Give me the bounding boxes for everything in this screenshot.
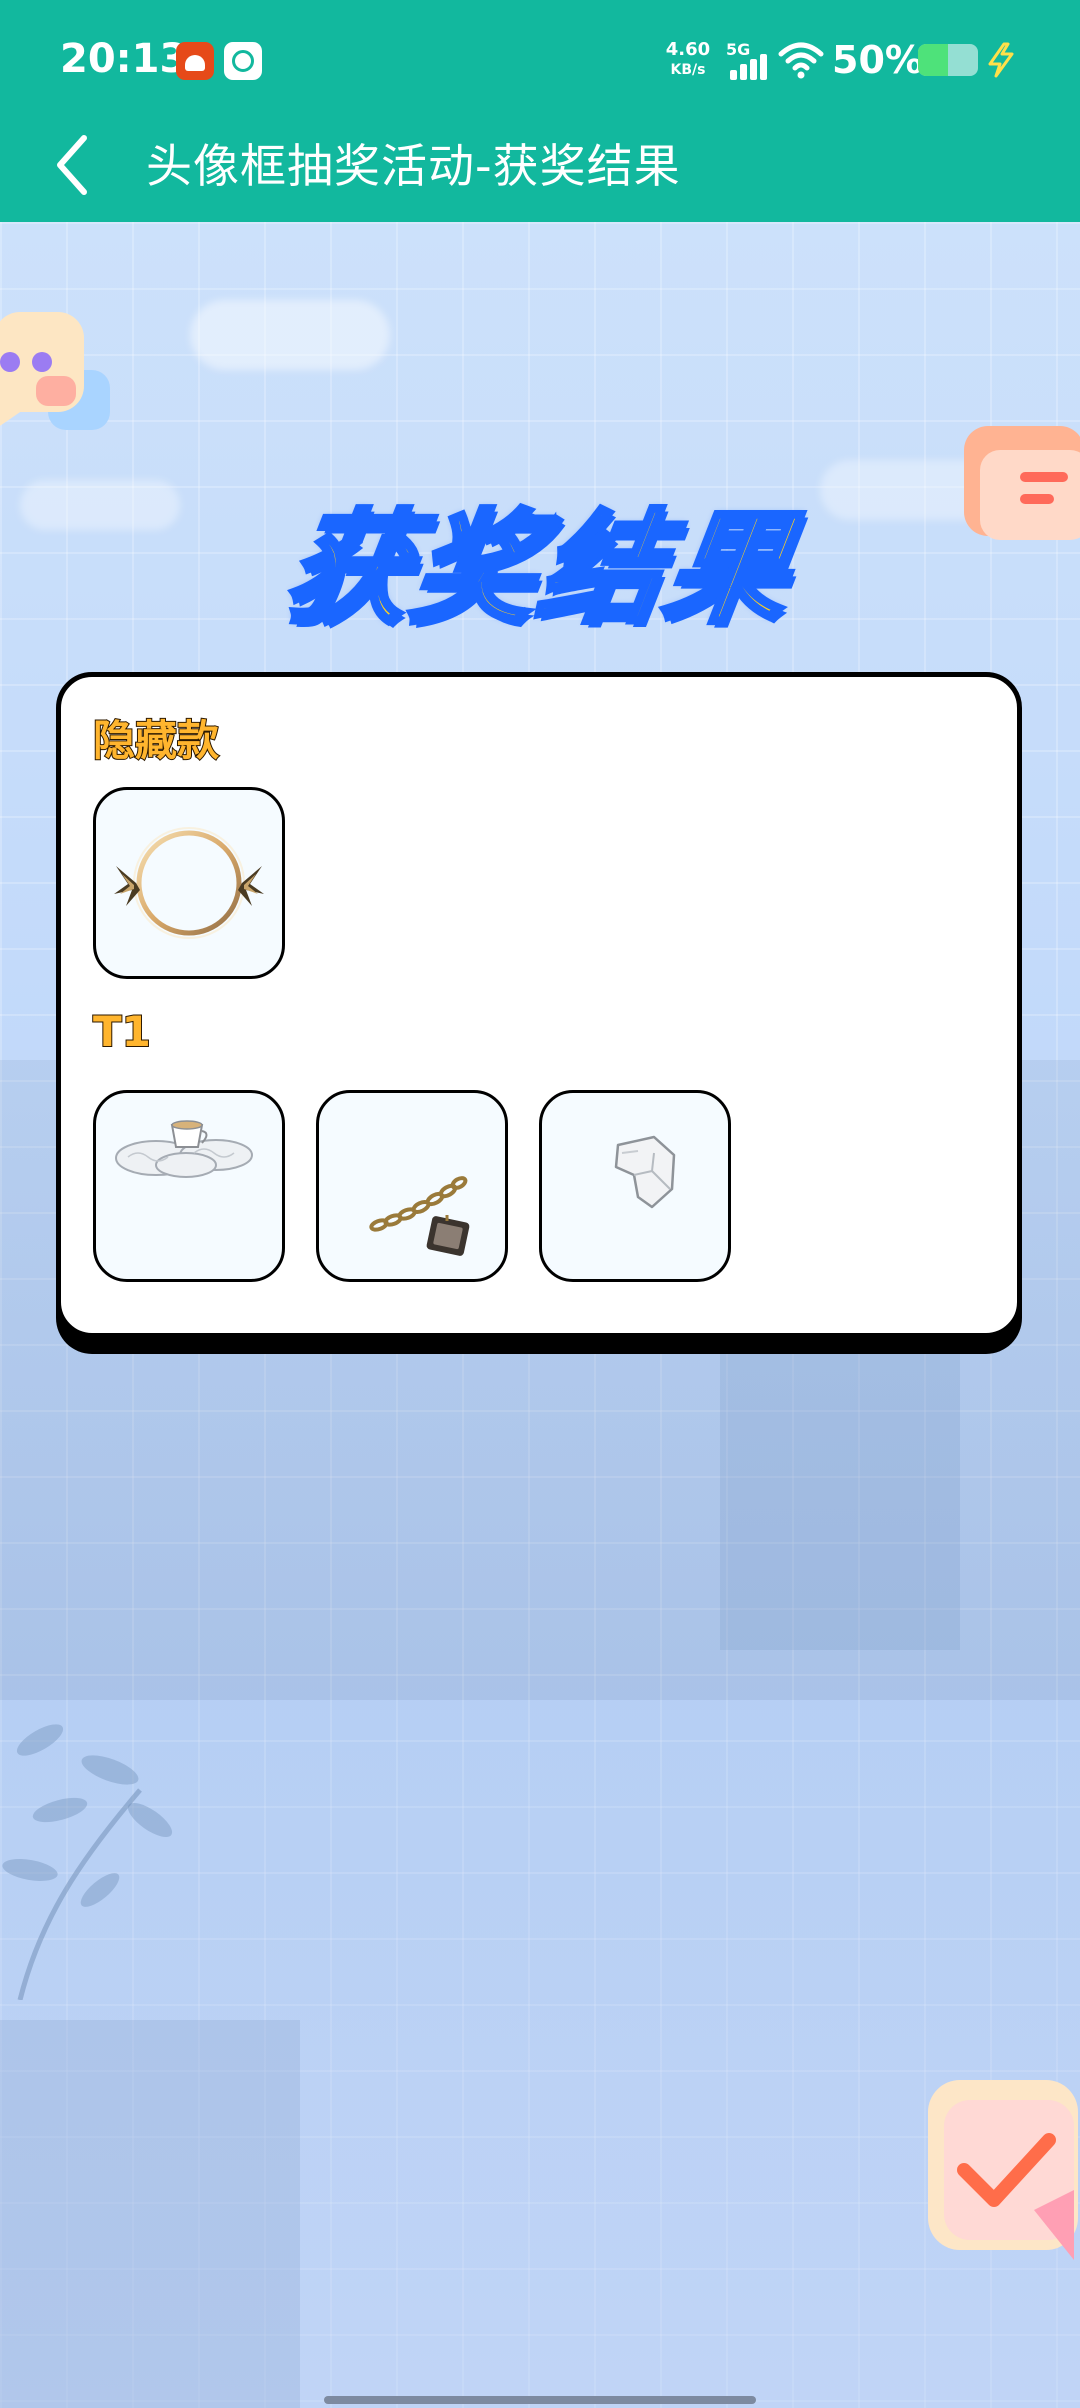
network-speed-unit: KB/s (670, 62, 706, 78)
status-time: 20:13 (60, 36, 188, 82)
prize-tile[interactable] (539, 1090, 731, 1282)
cloud-teacup-frame-icon (115, 1120, 253, 1178)
wifi-icon (778, 42, 824, 79)
screen: 20:13 4.60 KB/s 5G 50% 头像框抽奖活动-获奖结果 获奖结果… (0, 0, 1080, 2408)
app-header: 20:13 4.60 KB/s 5G 50% 头像框抽奖活动-获奖结果 (0, 0, 1080, 222)
prize-tile[interactable] (93, 1090, 285, 1282)
battery-percent: 50% (832, 38, 923, 82)
chat-bubble-sticker-icon (0, 312, 110, 430)
checkmark-sticker-icon (928, 2080, 1078, 2260)
notification-search-app-icon (224, 42, 262, 80)
battery-fill (918, 44, 948, 76)
result-heading: 获奖结果 (276, 496, 805, 643)
home-indicator[interactable] (324, 2396, 756, 2404)
background-cloud (190, 300, 390, 370)
status-bar: 20:13 4.60 KB/s 5G 50% (0, 0, 1080, 120)
nav-bar: 头像框抽奖活动-获奖结果 (0, 120, 1080, 222)
prize-tile[interactable] (93, 787, 285, 979)
back-button[interactable] (40, 120, 110, 210)
background-pillar (0, 2020, 300, 2408)
background-plant-icon (2, 1724, 173, 2000)
white-rock-frame-icon (614, 1135, 676, 1209)
golden-ring-wings-frame-icon (114, 827, 264, 939)
page-title: 头像框抽奖活动-获奖结果 (146, 139, 681, 193)
result-card: 隐藏款 T1 (56, 672, 1022, 1338)
background-cloud (20, 480, 180, 530)
charging-bolt-icon (988, 42, 1014, 78)
tier-label-t1: T1 (92, 1006, 152, 1057)
folder-sticker-icon (964, 426, 1080, 540)
network-speed: 4.60 KB/s (662, 40, 714, 80)
background-building-door (720, 1320, 960, 1650)
battery-icon (918, 44, 978, 76)
prize-tile[interactable] (316, 1090, 508, 1282)
chain-pendant-frame-icon (369, 1176, 470, 1256)
cellular-signal-icon (730, 54, 770, 80)
network-speed-value: 4.60 (665, 39, 711, 60)
notification-app-icon (176, 42, 214, 80)
tier-label-hidden: 隐藏款 (92, 715, 220, 766)
chevron-left-icon (57, 135, 87, 195)
